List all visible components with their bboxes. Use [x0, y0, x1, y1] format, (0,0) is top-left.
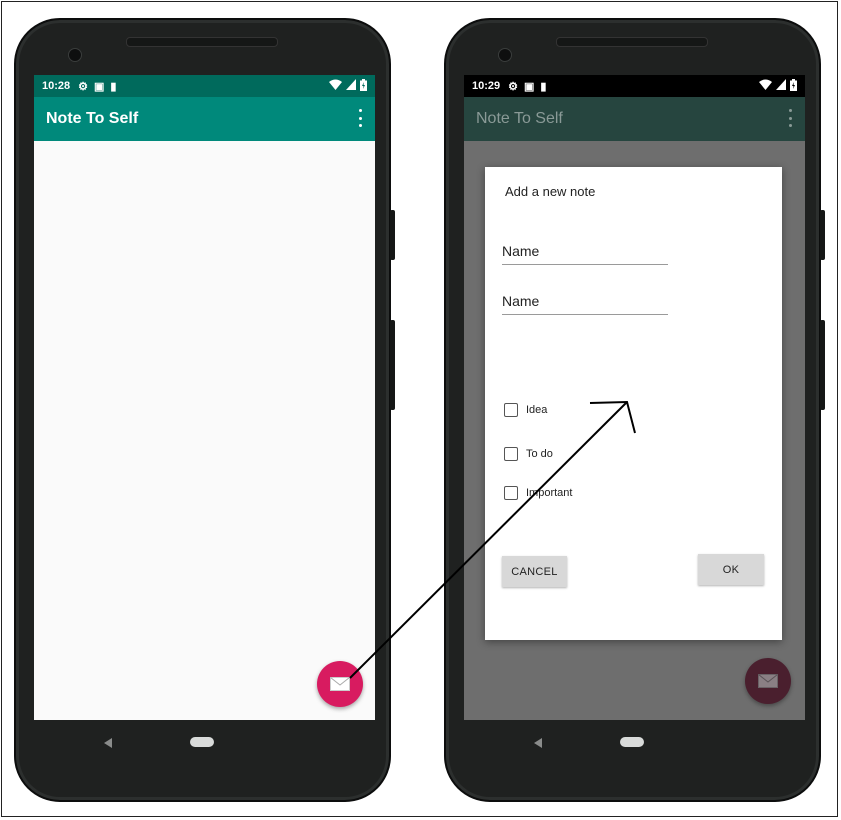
transition-arrow	[349, 400, 636, 679]
